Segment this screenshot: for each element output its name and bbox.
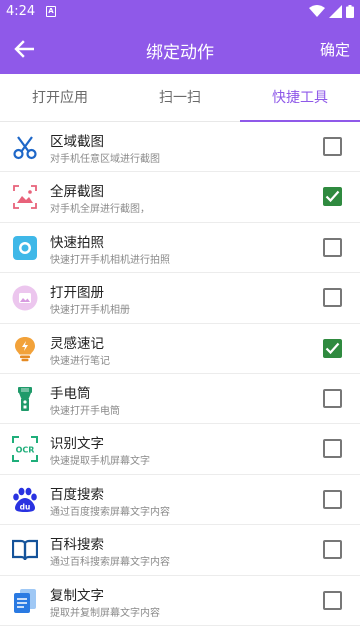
item-checkbox[interactable] xyxy=(323,338,342,358)
tab-bar: 打开应用 扫一扫 快捷工具 xyxy=(0,74,360,122)
item-subtitle: 对手机全屏进行截图， xyxy=(50,204,150,216)
list-item-open-album[interactable]: 打开图册 快速打开手机相册 xyxy=(0,273,360,324)
list-item-copy-text[interactable]: 复制文字 提取并复制屏幕文字内容 xyxy=(0,576,360,626)
tab-scan[interactable]: 扫一扫 xyxy=(120,74,240,121)
item-checkbox[interactable] xyxy=(323,187,342,207)
item-checkbox[interactable] xyxy=(323,288,342,308)
app-bar: 绑定动作 确定 xyxy=(0,24,360,74)
item-subtitle: 通过百度搜索屏幕文字内容 xyxy=(50,506,170,518)
wifi-icon xyxy=(309,5,325,17)
item-checkbox[interactable] xyxy=(323,590,342,610)
item-subtitle: 通过百科搜索屏幕文字内容 xyxy=(50,557,170,569)
list-item-quick-photo[interactable]: 快速拍照 快速打开手机相机进行拍照 xyxy=(0,223,360,274)
item-title: 百科搜索 xyxy=(50,537,104,554)
signal-icon xyxy=(329,5,342,18)
album-icon xyxy=(12,285,38,311)
list-item-baidu-search[interactable]: du 百度搜索 通过百度搜索屏幕文字内容 xyxy=(0,475,360,526)
image-frame-icon xyxy=(12,184,38,210)
item-subtitle: 对手机任意区域进行截图 xyxy=(50,154,160,165)
item-title: 全屏截图 xyxy=(50,184,104,201)
item-checkbox[interactable] xyxy=(323,137,342,156)
lightbulb-icon xyxy=(12,336,38,362)
battery-icon xyxy=(346,5,354,18)
item-checkbox[interactable] xyxy=(323,237,342,257)
item-title: 区域截图 xyxy=(50,134,104,150)
item-title: 识别文字 xyxy=(50,436,104,453)
status-time: 4:24 xyxy=(6,4,36,19)
list-item-idea-note[interactable]: 灵感速记 快速进行笔记 xyxy=(0,324,360,374)
status-bar: 4:24 A xyxy=(0,0,360,24)
list-item-area-screenshot[interactable]: 区域截图 对手机任意区域进行截图 xyxy=(0,122,360,173)
item-title: 百度搜索 xyxy=(50,486,104,503)
list-item-fullscreen-screenshot[interactable]: 全屏截图 对手机全屏进行截图， xyxy=(0,172,360,223)
ocr-icon: OCR xyxy=(12,436,38,463)
book-icon xyxy=(12,537,38,563)
tab-open-app[interactable]: 打开应用 xyxy=(0,74,120,121)
confirm-button[interactable]: 确定 xyxy=(320,39,350,60)
item-subtitle: 快速打开手机相册 xyxy=(50,305,130,317)
item-subtitle: 快速进行笔记 xyxy=(50,355,110,367)
tab-quick-tools[interactable]: 快捷工具 xyxy=(240,74,360,122)
ocr-icon-text: OCR xyxy=(16,446,35,455)
item-checkbox[interactable] xyxy=(323,439,342,459)
check-icon xyxy=(325,191,340,203)
status-icons xyxy=(309,5,354,18)
item-title: 快速拍照 xyxy=(50,234,104,251)
item-checkbox[interactable] xyxy=(323,489,342,509)
list-item-flashlight[interactable]: 手电筒 快速打开手电筒 xyxy=(0,374,360,425)
document-copy-icon xyxy=(12,588,38,614)
item-title: 手电筒 xyxy=(50,385,91,402)
scissors-icon xyxy=(12,134,38,160)
item-title: 灵感速记 xyxy=(50,335,104,352)
flashlight-icon xyxy=(12,386,38,412)
item-checkbox[interactable] xyxy=(323,388,342,408)
item-title: 打开图册 xyxy=(50,285,104,302)
check-icon xyxy=(325,342,340,354)
baidu-icon-text: du xyxy=(20,502,31,511)
item-checkbox[interactable] xyxy=(323,540,342,560)
notification-icon: A xyxy=(46,6,56,17)
item-subtitle: 提取并复制屏幕文字内容 xyxy=(50,607,160,619)
tool-list: 区域截图 对手机任意区域进行截图 全屏截图 对手机全屏进行截图， 快速拍照 快速… xyxy=(0,122,360,626)
item-subtitle: 快速提取手机屏幕文字 xyxy=(50,456,150,468)
item-title: 复制文字 xyxy=(50,587,104,604)
item-subtitle: 快速打开手电筒 xyxy=(50,405,120,417)
page-title: 绑定动作 xyxy=(146,43,214,63)
list-item-encyclopedia-search[interactable]: 百科搜索 通过百科搜索屏幕文字内容 xyxy=(0,525,360,576)
baidu-paw-icon: du xyxy=(12,487,38,513)
list-item-text-recognition[interactable]: OCR 识别文字 快速提取手机屏幕文字 xyxy=(0,424,360,475)
item-subtitle: 快速打开手机相机进行拍照 xyxy=(50,254,170,266)
camera-icon xyxy=(12,235,38,261)
